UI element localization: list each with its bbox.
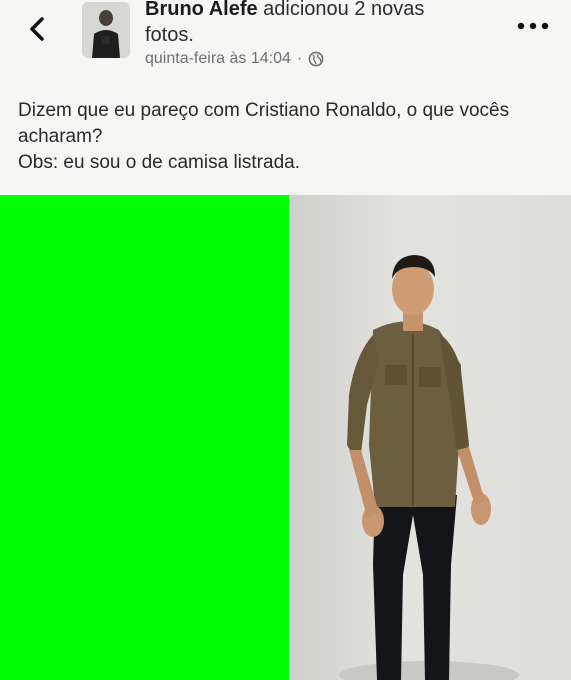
- author-name[interactable]: Bruno Alefe: [145, 0, 258, 20]
- more-options-button[interactable]: [513, 14, 553, 38]
- photo-man-standing[interactable]: [289, 195, 571, 680]
- photo-green-screen[interactable]: [0, 195, 289, 680]
- post-title: Bruno Alefe adicionou 2 novas fotos.: [145, 0, 475, 48]
- man-standing-image: [339, 255, 519, 680]
- author-avatar[interactable]: [82, 2, 130, 58]
- more-horizontal-icon: [517, 22, 549, 30]
- post-timestamp[interactable]: quinta-feira às 14:04: [145, 50, 291, 68]
- post-text-line: Dizem que eu pareço com Cristiano Ronald…: [18, 100, 510, 147]
- photo-grid: [0, 195, 571, 680]
- post-header: Bruno Alefe adicionou 2 novas fotos. qui…: [0, 0, 571, 88]
- back-button[interactable]: [20, 12, 54, 46]
- avatar-image: [82, 2, 130, 58]
- chevron-left-icon: [30, 17, 44, 41]
- post-meta: quinta-feira às 14:04 ·: [145, 50, 324, 68]
- post-body: Dizem que eu pareço com Cristiano Ronald…: [18, 98, 553, 176]
- post-page: Bruno Alefe adicionou 2 novas fotos. qui…: [0, 0, 571, 680]
- meta-separator: ·: [296, 50, 303, 67]
- globe-icon: [308, 51, 324, 67]
- post-text-line: Obs: eu sou o de camisa listrada.: [18, 152, 300, 173]
